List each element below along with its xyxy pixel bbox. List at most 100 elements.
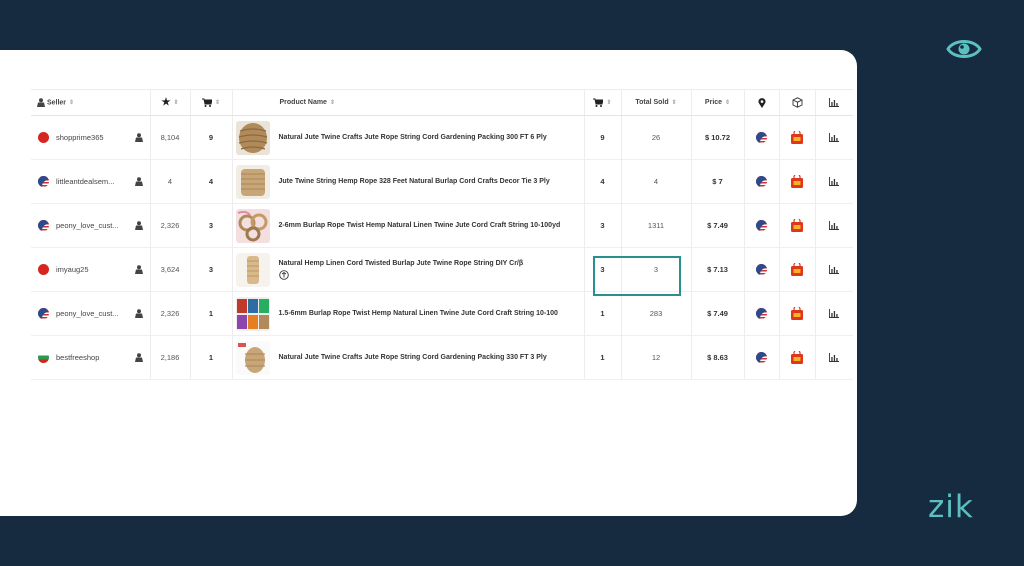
price: $ 7 [691, 159, 745, 204]
table-row[interactable]: peony_love_cust... 2,326 3 2-6mm Burlap … [31, 203, 853, 248]
package-column-header [779, 89, 816, 116]
feedback-count: 2,326 [150, 291, 191, 336]
usa-flag-icon [38, 308, 49, 319]
usa-flag-icon [756, 308, 767, 319]
usa-flag-icon [756, 220, 767, 231]
seller-name[interactable]: littleantdealsem... [56, 177, 114, 186]
total-sold-column-header[interactable]: Total Sold ⇕ [621, 89, 692, 116]
product-thumbnail[interactable] [235, 296, 270, 331]
sort-icon[interactable]: ⇕ [215, 100, 220, 106]
product-title[interactable]: Natural Jute Twine Crafts Jute Rope Stri… [279, 134, 547, 141]
usa-flag-icon [756, 352, 767, 363]
location-column-header [744, 89, 780, 116]
cart-icon [593, 98, 604, 107]
bar-chart-icon[interactable] [829, 309, 840, 319]
seller-name[interactable]: peony_love_cust... [56, 221, 119, 230]
seller-sales: 4 [190, 159, 233, 204]
eye-logo-icon [946, 40, 982, 58]
bar-chart-icon[interactable] [829, 221, 840, 231]
aliexpress-store-icon[interactable] [790, 130, 804, 145]
product-thumbnail[interactable] [235, 208, 270, 243]
usa-flag-icon [38, 220, 49, 231]
seller-store-icon[interactable] [134, 309, 143, 318]
rating-column-header[interactable]: ★ ⇕ [150, 89, 191, 116]
product-thumbnail[interactable] [235, 340, 270, 375]
product-title[interactable]: 2-6mm Burlap Rope Twist Hemp Natural Lin… [279, 222, 561, 229]
product-thumbnail[interactable] [235, 120, 270, 155]
star-icon: ★ [161, 97, 171, 108]
product-sales-column-header[interactable]: ⇕ [584, 89, 622, 116]
seller-sales: 1 [190, 291, 233, 336]
total-sold: 283 [621, 291, 692, 336]
table-row[interactable]: shopprime365 8,104 9 Natural Jute Twine … [31, 115, 853, 160]
seller-name[interactable]: imyaug25 [56, 265, 89, 274]
sales-highlight-box [593, 256, 681, 296]
product-thumbnail[interactable] [235, 164, 270, 199]
brand-logo: zik [928, 489, 974, 525]
product-sales: 1 [584, 335, 622, 380]
location-pin-icon [758, 97, 765, 108]
product-title[interactable]: Natural Jute Twine Crafts Jute Rope Stri… [279, 354, 547, 361]
feedback-count: 8,104 [150, 115, 191, 160]
usa-flag-icon [756, 132, 767, 143]
bar-chart-icon[interactable] [829, 265, 840, 275]
product-sales: 3 [584, 203, 622, 248]
aliexpress-store-icon[interactable] [790, 218, 804, 233]
product-title[interactable]: Jute Twine String Hemp Rope 328 Feet Nat… [279, 178, 550, 185]
sort-icon[interactable]: ⇕ [69, 100, 74, 106]
usa-flag-icon [756, 176, 767, 187]
bar-chart-icon[interactable] [829, 353, 840, 363]
sort-icon[interactable]: ⇕ [672, 100, 677, 106]
aliexpress-store-icon[interactable] [790, 350, 804, 365]
seller-sales-column-header[interactable]: ⇕ [190, 89, 233, 116]
seller-name[interactable]: bestfreeshop [56, 353, 99, 362]
table-row[interactable]: peony_love_cust... 2,326 1 1.5-6mm Burla… [31, 291, 853, 336]
bar-chart-icon[interactable] [829, 133, 840, 143]
product-thumbnail[interactable] [235, 252, 270, 287]
table-row[interactable]: bestfreeshop 2,186 1 Natural Jute Twine … [31, 335, 853, 380]
feedback-count: 2,186 [150, 335, 191, 380]
seller-store-icon[interactable] [134, 221, 143, 230]
feedback-count: 2,326 [150, 203, 191, 248]
china-flag-icon [38, 264, 49, 275]
seller-name[interactable]: peony_love_cust... [56, 309, 119, 318]
price: $ 7.49 [691, 291, 745, 336]
package-icon [792, 97, 802, 108]
chart-column-header [815, 89, 853, 116]
seller-store-icon[interactable] [134, 177, 143, 186]
price: $ 7.49 [691, 203, 745, 248]
aliexpress-store-icon[interactable] [790, 174, 804, 189]
person-icon [37, 98, 45, 107]
sort-icon[interactable]: ⇕ [725, 100, 730, 106]
info-badge-icon[interactable] [278, 269, 289, 280]
seller-store-icon[interactable] [134, 265, 143, 274]
sort-icon[interactable]: ⇕ [173, 100, 178, 106]
price-column-header[interactable]: Price ⇕ [691, 89, 745, 116]
bulgaria-flag-icon [38, 352, 49, 363]
product-name-header-label: Product Name [279, 99, 327, 106]
product-name-column-header[interactable]: Product Name ⇕ [232, 89, 585, 116]
seller-sales: 9 [190, 115, 233, 160]
seller-sales: 3 [190, 247, 233, 292]
product-title[interactable]: 1.5-6mm Burlap Rope Twist Hemp Natural L… [279, 310, 558, 317]
table-row[interactable]: imyaug25 3,624 3 Natural Hemp Linen Cord… [31, 247, 853, 292]
bar-chart-icon [829, 98, 840, 107]
cart-icon [201, 98, 212, 107]
sort-icon[interactable]: ⇕ [606, 100, 611, 106]
bar-chart-icon[interactable] [829, 177, 840, 187]
aliexpress-store-icon[interactable] [790, 262, 804, 277]
usa-flag-icon [38, 176, 49, 187]
seller-name[interactable]: shopprime365 [56, 133, 104, 142]
product-sales: 4 [584, 159, 622, 204]
seller-sales: 3 [190, 203, 233, 248]
aliexpress-store-icon[interactable] [790, 306, 804, 321]
sort-icon[interactable]: ⇕ [330, 100, 335, 106]
product-title[interactable]: Natural Hemp Linen Cord Twisted Burlap J… [279, 260, 524, 267]
seller-header-label: Seller [46, 99, 67, 107]
seller-store-icon[interactable] [134, 353, 143, 362]
table-row[interactable]: littleantdealsem... 4 4 Jute Twine Strin… [31, 159, 853, 204]
seller-column-header[interactable]: Seller ⇕ [31, 89, 151, 116]
products-table: Seller ⇕ ★ ⇕ ⇕ Product Name ⇕ ⇕ Total Sold ⇕… [31, 89, 853, 380]
usa-flag-icon [756, 264, 767, 275]
seller-store-icon[interactable] [134, 133, 143, 142]
